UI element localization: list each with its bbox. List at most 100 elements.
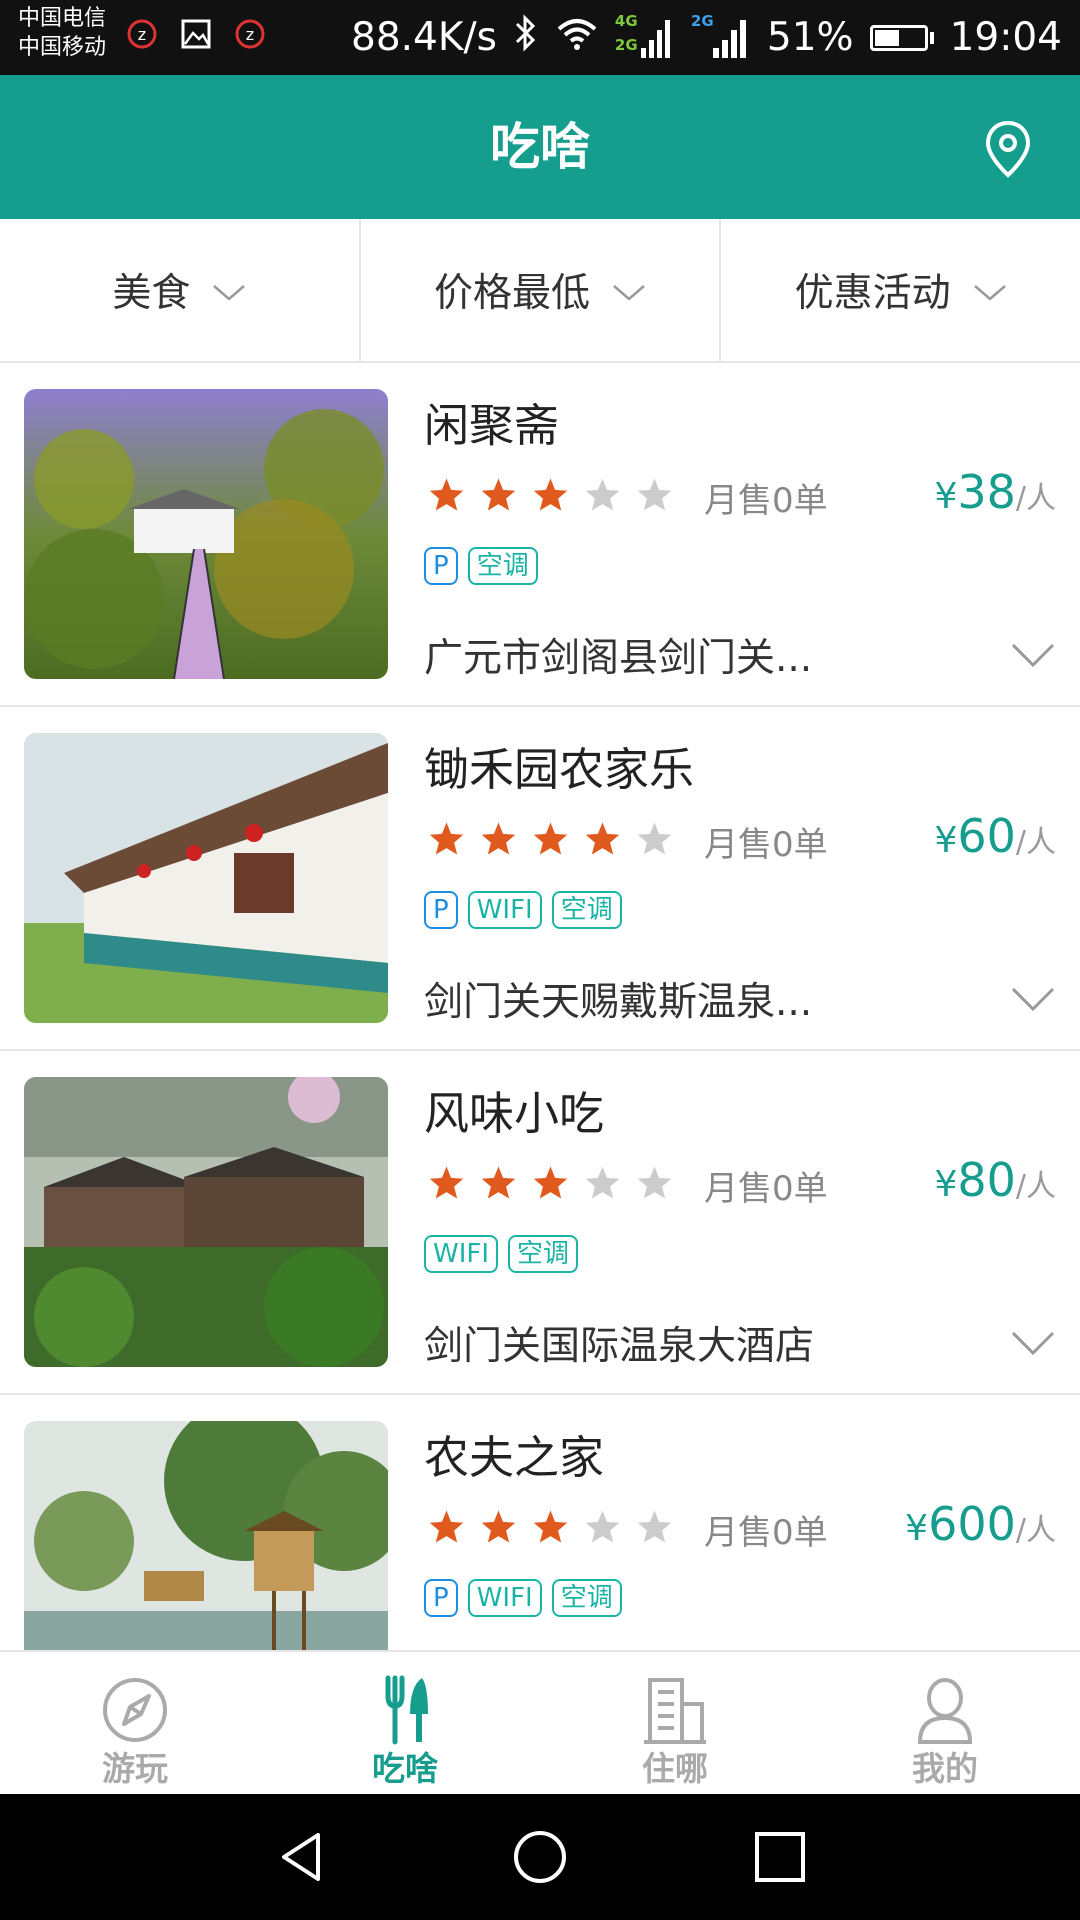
chevron-down-icon[interactable]: [1010, 641, 1056, 669]
filter-dropdown[interactable]: 价格最低: [358, 219, 720, 361]
restaurant-item[interactable]: 风味小吃月售0单 ¥80/人 WIFI 空调剑门关国际温泉大酒店: [0, 1051, 1080, 1395]
star-filled-icon: [428, 477, 465, 516]
restaurant-photo: [24, 733, 388, 1023]
system-nav-bar: [0, 1794, 1080, 1920]
person-icon: [910, 1674, 980, 1746]
amenity-tags: P 空调: [424, 547, 538, 585]
sleep-alert-icon: z: [124, 16, 160, 52]
filter-label: 价格最低: [434, 271, 591, 316]
price-currency: ¥: [934, 476, 958, 517]
signal-sim2-icon: 2G: [691, 8, 751, 68]
restaurant-item[interactable]: 闲聚斋 月售0单 ¥38/人 P 空调 广元市剑阁县剑门关...: [0, 363, 1080, 707]
restaurant-photo: [24, 1421, 388, 1650]
price-per-person: ¥600/人: [905, 1497, 1056, 1551]
star-filled-icon: [480, 1165, 517, 1204]
chevron-down-icon[interactable]: [1010, 1329, 1056, 1357]
svg-text:z: z: [138, 25, 146, 44]
price-value: 60: [957, 809, 1016, 863]
restaurant-list[interactable]: 闲聚斋 月售0单 ¥38/人 P 空调 广元市剑阁县剑门关... 锄禾园农家乐 月售0单 ¥60…: [0, 363, 1080, 1650]
star-filled-icon: [532, 821, 569, 860]
recents-icon[interactable]: [752, 1829, 808, 1885]
restaurant-address: 剑门关天赐戴斯温泉...: [424, 980, 813, 1025]
amenity-tags: P WIFI 空调: [424, 891, 622, 929]
chevron-down-icon[interactable]: [1010, 985, 1056, 1013]
wifi-tag: WIFI: [467, 1579, 542, 1617]
star-empty-icon: [636, 1165, 673, 1204]
air-conditioning-tag: 空调: [467, 547, 538, 585]
star-filled-icon: [428, 821, 465, 860]
chevron-down-icon: [973, 268, 1007, 313]
chevron-down-icon: [612, 268, 646, 313]
air-conditioning-tag: 空调: [551, 1579, 622, 1617]
rating-stars: [428, 821, 673, 860]
home-icon[interactable]: [512, 1829, 568, 1885]
star-filled-icon: [428, 1165, 465, 1204]
restaurant-item[interactable]: 锄禾园农家乐 月售0单 ¥60/人 P WIFI 空调 剑门关天赐戴斯温泉...: [0, 707, 1080, 1051]
tab-label: 游玩: [102, 1749, 168, 1788]
wifi-tag: WIFI: [467, 891, 542, 929]
tab-label: 吃啥: [372, 1749, 438, 1788]
price-unit: /人: [1015, 481, 1056, 516]
air-conditioning-tag: 空调: [508, 1235, 579, 1273]
wifi-icon: [555, 15, 599, 61]
restaurant-address: 广元市剑阁县剑门关...: [424, 636, 813, 681]
restaurant-item[interactable]: 农夫之家月售0单 ¥600/人 P WIFI 空调: [0, 1395, 1080, 1650]
tab-building[interactable]: 住哪: [540, 1652, 810, 1794]
carrier-info: 中国电信 中国移动: [18, 4, 106, 62]
price-currency: ¥: [934, 1164, 958, 1205]
tab-fork-knife[interactable]: 吃啥: [270, 1652, 540, 1794]
parking-tag: P: [424, 547, 458, 585]
price-per-person: ¥80/人: [934, 1153, 1056, 1207]
star-empty-icon: [636, 821, 673, 860]
bluetooth-icon: [513, 13, 539, 63]
restaurant-name: 闲聚斋: [424, 399, 560, 452]
page-title: 吃啥: [490, 118, 590, 176]
price-per-person: ¥38/人: [934, 465, 1056, 519]
compass-icon: [100, 1674, 170, 1746]
price-value: 600: [928, 1497, 1016, 1551]
star-empty-icon: [584, 477, 621, 516]
parking-tag: P: [424, 891, 458, 929]
tab-label: 我的: [912, 1749, 978, 1788]
battery-percent: 51%: [766, 15, 854, 60]
tab-person[interactable]: 我的: [810, 1652, 1080, 1794]
rating-stars: [428, 477, 673, 516]
fork-knife-icon: [370, 1674, 440, 1746]
app-header: 吃啥: [0, 75, 1080, 219]
filter-dropdown[interactable]: 优惠活动: [719, 219, 1080, 361]
building-icon: [640, 1674, 710, 1746]
price-unit: /人: [1015, 825, 1056, 860]
location-pin-icon[interactable]: [980, 119, 1036, 179]
restaurant-name: 农夫之家: [424, 1431, 605, 1484]
carrier-2: 中国移动: [18, 35, 107, 60]
bottom-tab-bar: 游玩 吃啥 住哪 我的: [0, 1650, 1080, 1794]
amenity-tags: WIFI 空调: [424, 1235, 579, 1273]
star-filled-icon: [428, 1509, 465, 1548]
price-value: 38: [957, 465, 1016, 519]
price-currency: ¥: [905, 1508, 929, 1549]
star-filled-icon: [480, 1509, 517, 1548]
star-empty-icon: [636, 1509, 673, 1548]
monthly-sales: 月售0单: [704, 1513, 828, 1553]
parking-tag: P: [424, 1579, 458, 1617]
clock: 19:04: [949, 15, 1062, 60]
filter-label: 优惠活动: [794, 271, 951, 316]
back-icon[interactable]: [274, 1829, 330, 1885]
restaurant-photo: [24, 1077, 388, 1367]
filter-label: 美食: [112, 271, 191, 316]
svg-text:z: z: [246, 25, 254, 44]
filter-dropdown[interactable]: 美食: [0, 219, 359, 361]
price-currency: ¥: [934, 820, 958, 861]
carrier-1: 中国电信: [18, 6, 107, 31]
star-empty-icon: [584, 1509, 621, 1548]
restaurant-name: 风味小吃: [424, 1087, 605, 1140]
star-empty-icon: [584, 1165, 621, 1204]
star-filled-icon: [532, 477, 569, 516]
star-empty-icon: [636, 477, 673, 516]
restaurant-address: 剑门关国际温泉大酒店: [424, 1324, 815, 1369]
monthly-sales: 月售0单: [704, 1169, 828, 1209]
monthly-sales: 月售0单: [704, 825, 828, 865]
tab-label: 住哪: [642, 1749, 708, 1788]
tab-compass[interactable]: 游玩: [0, 1652, 270, 1794]
battery-icon: [869, 24, 934, 51]
